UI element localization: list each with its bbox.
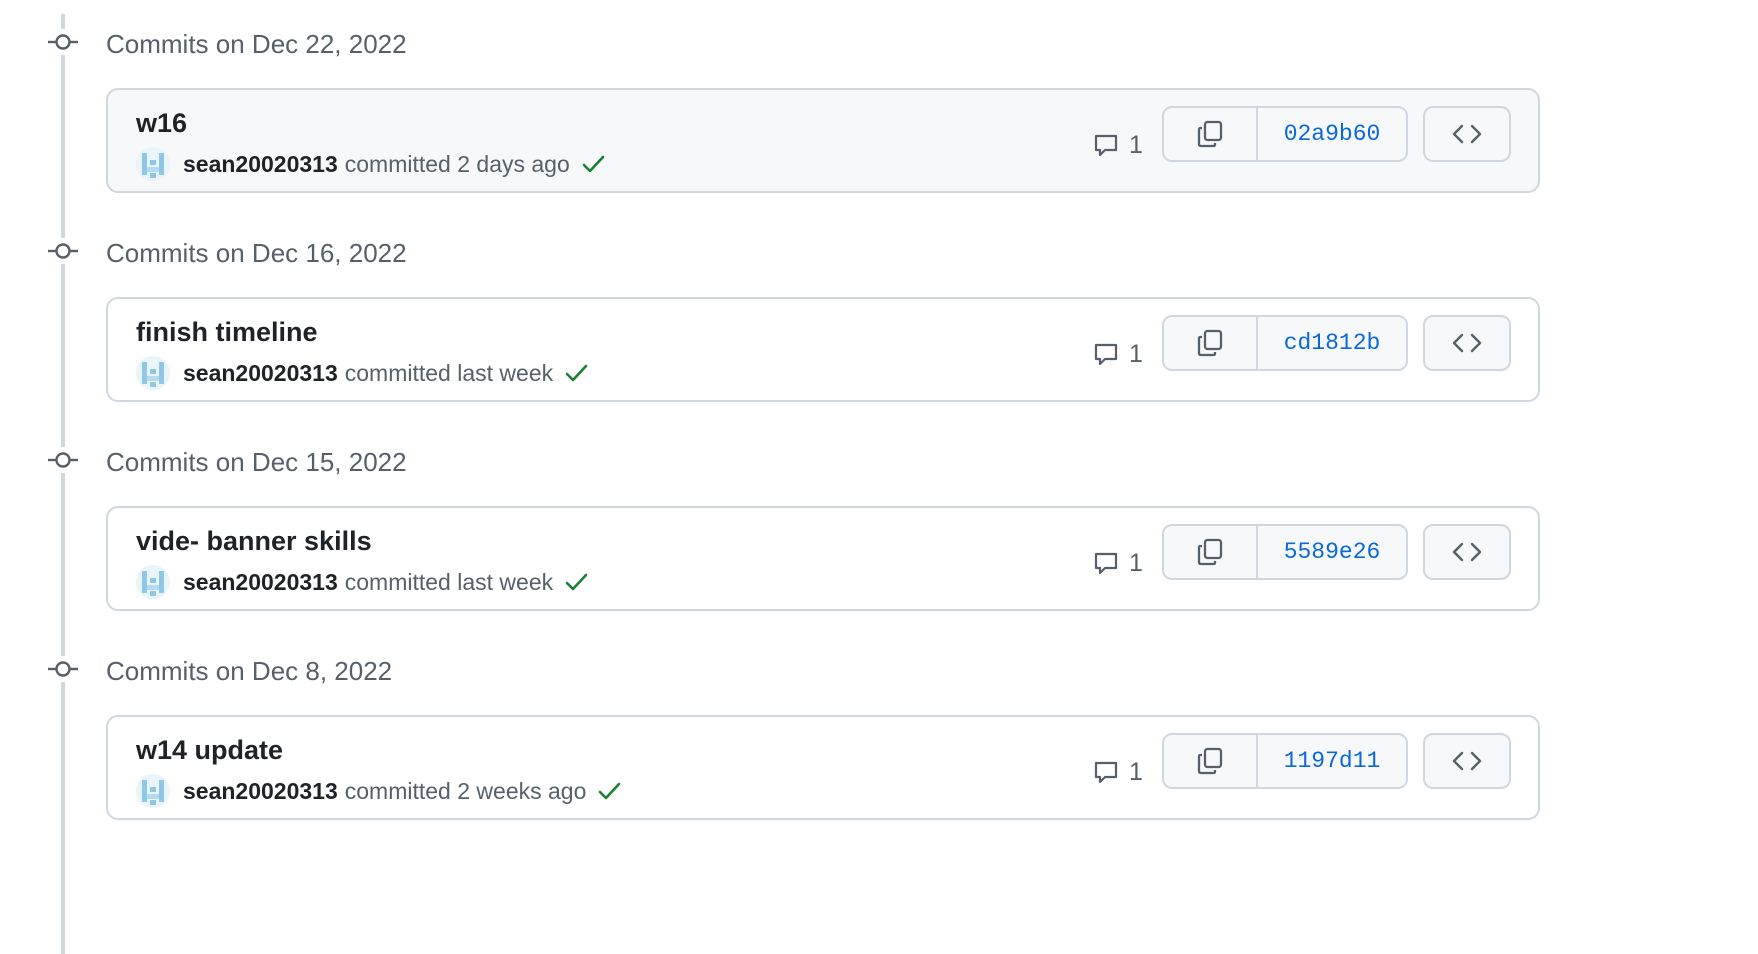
comment-count: 1 [1129, 548, 1143, 577]
timeline-line [61, 14, 65, 954]
browse-repo-button[interactable] [1423, 315, 1511, 371]
comment-icon [1094, 761, 1118, 784]
copy-sha-button[interactable] [1164, 526, 1258, 578]
comment-icon [1094, 134, 1118, 157]
commit-author-link[interactable]: sean20020313 [183, 360, 338, 387]
sha-button-group: 1197d11 [1162, 733, 1408, 789]
git-commit-icon [48, 656, 78, 682]
git-commit-icon [48, 447, 78, 473]
commit-time: committed 2 weeks ago [344, 777, 587, 804]
comments-link[interactable]: 1 [1092, 337, 1143, 371]
commit-time: committed 2 days ago [344, 150, 570, 177]
comment-icon [1094, 552, 1118, 575]
copy-sha-button[interactable] [1164, 317, 1258, 369]
commit-card: w16 sean20020313 committed 2 days ago 1 … [106, 88, 1540, 193]
commit-message-link[interactable]: vide- banner skills [136, 526, 372, 557]
commit-date-label: Commits on Dec 8, 2022 [106, 656, 393, 686]
check-icon[interactable] [563, 569, 589, 595]
comment-count: 1 [1129, 130, 1143, 159]
commit-time: committed last week [344, 359, 554, 386]
commit-author-link[interactable]: sean20020313 [183, 569, 338, 596]
commit-time: committed last week [344, 568, 554, 595]
copy-icon [1197, 747, 1223, 775]
check-icon[interactable] [580, 151, 606, 177]
copy-sha-button[interactable] [1164, 735, 1258, 787]
avatar[interactable] [136, 565, 170, 599]
browse-repo-button[interactable] [1423, 524, 1511, 580]
commit-group-header: Commits on Dec 8, 2022 [0, 649, 900, 689]
copy-icon [1197, 120, 1223, 148]
copy-sha-button[interactable] [1164, 108, 1258, 160]
commit-sha-link[interactable]: 5589e26 [1258, 526, 1406, 578]
commit-group-header: Commits on Dec 15, 2022 [0, 440, 900, 480]
code-icon [1452, 333, 1482, 353]
commit-author-link[interactable]: sean20020313 [183, 151, 338, 178]
copy-icon [1197, 329, 1223, 357]
sha-button-group: cd1812b [1162, 315, 1408, 371]
commit-sha-link[interactable]: 1197d11 [1258, 735, 1406, 787]
code-icon [1452, 751, 1482, 771]
comment-count: 1 [1129, 339, 1143, 368]
commit-meta: sean20020313 committed 2 days ago [136, 146, 606, 182]
commit-date-label: Commits on Dec 15, 2022 [106, 447, 407, 477]
comments-link[interactable]: 1 [1092, 755, 1143, 789]
copy-icon [1197, 538, 1223, 566]
commit-author-link[interactable]: sean20020313 [183, 778, 338, 805]
comments-link[interactable]: 1 [1092, 546, 1143, 580]
sha-button-group: 02a9b60 [1162, 106, 1408, 162]
comment-icon [1094, 343, 1118, 366]
commit-card: finish timeline sean20020313 committed l… [106, 297, 1540, 402]
git-commit-icon [48, 238, 78, 264]
sha-button-group: 5589e26 [1162, 524, 1408, 580]
comments-link[interactable]: 1 [1092, 128, 1143, 162]
check-icon[interactable] [596, 778, 622, 804]
commit-group-header: Commits on Dec 22, 2022 [0, 22, 900, 62]
commit-group-header: Commits on Dec 16, 2022 [0, 231, 900, 271]
avatar[interactable] [136, 774, 170, 808]
avatar[interactable] [136, 147, 170, 181]
commit-message-link[interactable]: finish timeline [136, 317, 318, 348]
commit-card: vide- banner skills sean20020313 committ… [106, 506, 1540, 611]
check-icon[interactable] [563, 360, 589, 386]
code-icon [1452, 124, 1482, 144]
commit-meta: sean20020313 committed 2 weeks ago [136, 773, 622, 809]
commit-message-link[interactable]: w16 [136, 108, 187, 139]
git-commit-icon [48, 29, 78, 55]
comment-count: 1 [1129, 757, 1143, 786]
avatar[interactable] [136, 356, 170, 390]
commit-date-label: Commits on Dec 22, 2022 [106, 29, 407, 59]
browse-repo-button[interactable] [1423, 733, 1511, 789]
commit-sha-link[interactable]: 02a9b60 [1258, 108, 1406, 160]
browse-repo-button[interactable] [1423, 106, 1511, 162]
code-icon [1452, 542, 1482, 562]
commit-date-label: Commits on Dec 16, 2022 [106, 238, 407, 268]
commit-meta: sean20020313 committed last week [136, 355, 589, 391]
commit-meta: sean20020313 committed last week [136, 564, 589, 600]
commit-card: w14 update sean20020313 committed 2 week… [106, 715, 1540, 820]
commit-sha-link[interactable]: cd1812b [1258, 317, 1406, 369]
commit-message-link[interactable]: w14 update [136, 735, 283, 766]
